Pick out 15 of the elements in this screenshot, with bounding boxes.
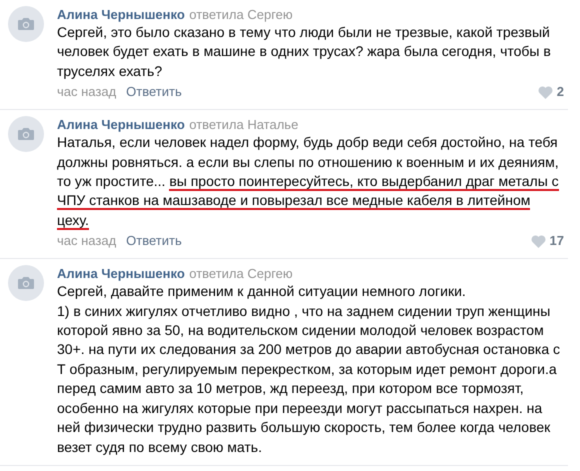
author-name[interactable]: Алина Чернышенко: [57, 266, 185, 282]
reply-to-text: ответила Наталье: [189, 117, 298, 132]
reply-to-text: ответила Сергею: [189, 7, 293, 22]
timestamp: час назад: [57, 232, 116, 250]
comment-text: Сергей, это было сказано в тему что люди были не трезвые, какой трезвый человек будет ехать в машине в одних трусах? жара была сегодня, чтобы в труселях ехать?: [57, 23, 552, 81]
timestamp: час назад: [57, 83, 116, 102]
reply-link[interactable]: Ответить: [126, 232, 182, 250]
reply-link[interactable]: Ответить: [126, 83, 182, 102]
author-name[interactable]: Алина Чернышенко: [57, 117, 185, 132]
reply-to-text: ответила Сергею: [189, 266, 293, 282]
like-count: 2: [556, 83, 564, 102]
author-name[interactable]: Алина Чернышенко: [57, 7, 185, 22]
comment-text: Наталья, если человек надел форму, будь добр веди себя достойно, на тебя должны ровняться. а если вы слепы по отношению к военным и их деяниям, то уж простите... вы просто поинтересуйтесь, кто выдербанил драг металы с ЧПУ станков на машзаводе и повырезал все медные кабеля в литейном цеху.: [57, 133, 560, 230]
comment-text: Сергей, давайте применим к данной ситуации немного логики. 1) в синих жигулях отчетливо видно , что на заднем сидении труп женщины которой явно за 50, на водительском сидении молодой человек возрастом 30+. на пути их следования за 200 метров до аварии автобусная остановка с Т образным, регулируемым перекрестком, за которым идет ремонт дороги.а перед самим авто за 10 метров, жд переезд, при котором все тормозят, особенно на жигулях которые при переезди могут рассыпаться нахрен. на ней физически трудно развить большую скорость, тем более когда человек везет судя по всему свою мать.: [57, 282, 562, 457]
like-count: 17: [550, 232, 564, 250]
